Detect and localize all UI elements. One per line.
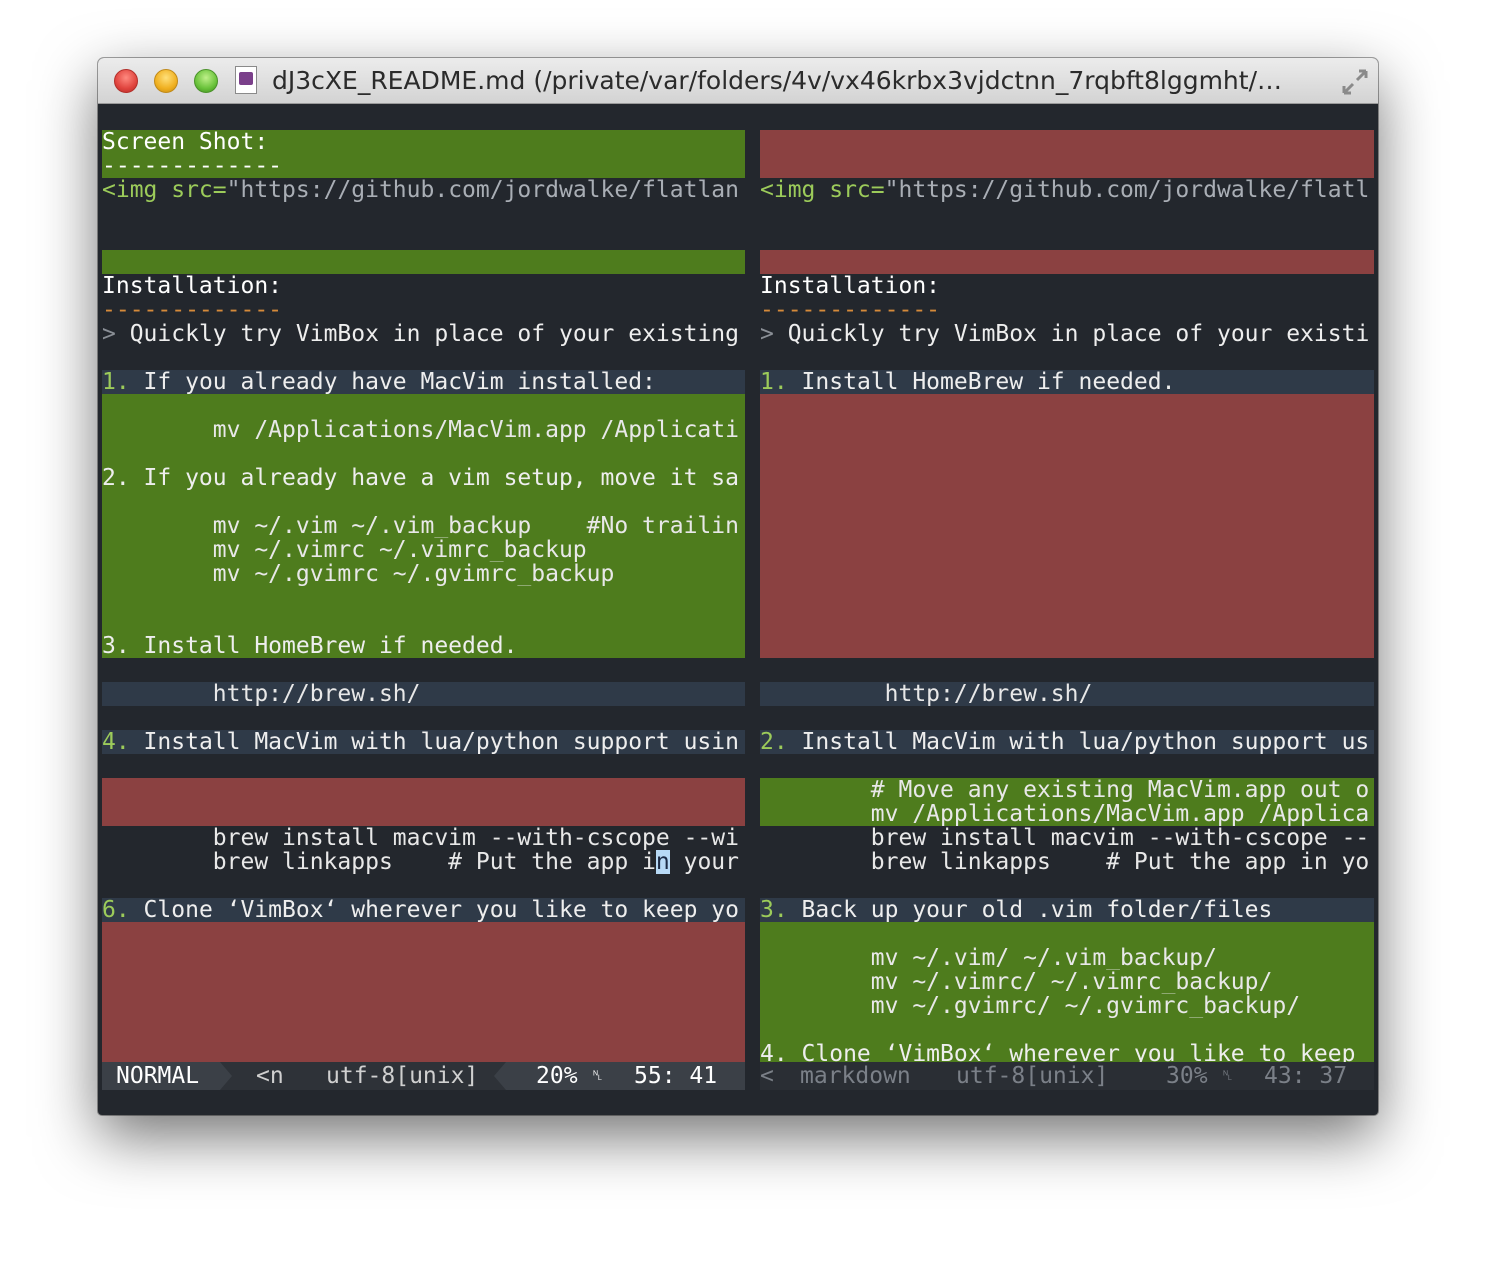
line-mv-gvimrc: mv ~/.gvimrc/ ~/.gvimrc_backup/: [760, 994, 1374, 1018]
cursor-position: 43: 37: [1264, 1063, 1348, 1089]
line-item-2: 2. If you already have a vim setup, move…: [102, 466, 745, 490]
line-img-tag: <img src="https://github.com/jordwalke/f…: [102, 178, 739, 202]
line-item-3: 3. Install HomeBrew if needed.: [102, 634, 745, 658]
line-install-heading: Installation:: [102, 274, 283, 298]
window-title: dJ3cXE_README.md (/private/var/folders/4…: [272, 66, 1282, 95]
line-item-3: 3. Back up your old .vim folder/files: [760, 898, 1374, 922]
line-mv-app: mv /Applications/MacVim.app /Applica: [760, 802, 1374, 826]
line-mv-vimrc: mv ~/.vimrc/ ~/.vimrc_backup/: [760, 970, 1374, 994]
line-install-underline: -------------: [102, 298, 283, 322]
line-quote: > Quickly try VimBox in place of your ex…: [760, 322, 1370, 346]
line-item-2: 2. Install MacVim with lua/python suppor…: [760, 730, 1374, 754]
line-screenshot-heading: Screen Shot:: [102, 130, 745, 154]
macvim-doc-mark-icon: [239, 72, 253, 85]
line-deleted-blank: [760, 250, 1374, 274]
line-comment-move: # Move any existing MacVim.app out o: [760, 778, 1374, 802]
branch-segment: <n: [256, 1063, 284, 1089]
line-item-4: 4. Install MacVim with lua/python suppor…: [102, 730, 745, 754]
line-item-6: 6. Clone ‘VimBox‘ wherever you like to k…: [102, 898, 745, 922]
line-quote: > Quickly try VimBox in place of your ex…: [102, 322, 739, 346]
line-item-1: 1. Install HomeBrew if needed.: [760, 370, 1374, 394]
title-bar[interactable]: dJ3cXE_README.md (/private/var/folders/4…: [98, 58, 1378, 104]
line-added-blank: [102, 250, 745, 274]
split-divider[interactable]: [745, 104, 760, 1115]
close-button[interactable]: [114, 69, 138, 93]
encoding-segment: utf-8[unix]: [956, 1063, 1109, 1089]
percent-segment: 20%: [536, 1063, 578, 1089]
right-status-line: < markdown utf-8[unix] 30% ␤ 43: 37: [760, 1062, 1374, 1090]
encoding-segment: utf-8[unix]: [326, 1063, 479, 1089]
cursor-position: 55: 41: [634, 1063, 718, 1089]
powerline-separator-right: [494, 1062, 506, 1090]
line-install-underline: -------------: [760, 298, 941, 322]
text-cursor[interactable]: n: [655, 850, 670, 874]
line-number-icon: ␤: [592, 1068, 604, 1084]
line-item-1: 1. If you already have MacVim installed:: [102, 370, 745, 394]
line-item-1-code: mv /Applications/MacVim.app /Applicati: [102, 418, 745, 442]
left-diff-pane[interactable]: Screen Shot: ------------- <img src="htt…: [102, 130, 745, 1086]
document-icon[interactable]: [235, 66, 257, 94]
minimize-button[interactable]: [154, 69, 178, 93]
block-deleted-filler-2: [102, 922, 745, 1066]
right-diff-pane[interactable]: <img src="https://github.com/jordwalke/f…: [760, 130, 1374, 1086]
line-brew-linkapps: brew linkapps # Put the app in your: [102, 850, 739, 874]
block-deleted-filler-top: [760, 130, 1374, 178]
left-status-line: NORMAL <n utf-8[unix] 20% ␤ 55: 41: [102, 1062, 745, 1090]
line-heading-underline: -------------: [102, 154, 745, 178]
line-img-tag: <img src="https://github.com/jordwalke/f…: [760, 178, 1370, 202]
line-number-icon: ␤: [1222, 1068, 1234, 1084]
mode-indicator: NORMAL: [102, 1062, 220, 1090]
branch-segment: <: [760, 1063, 774, 1089]
block-deleted-filler-1: [102, 778, 745, 826]
line-brew-linkapps: brew linkapps # Put the app in yo: [760, 850, 1370, 874]
filetype-segment: markdown: [800, 1063, 911, 1089]
line-brew-install: brew install macvim --with-cscope --wi: [102, 826, 739, 850]
line-mv-vim: mv ~/.vim/ ~/.vim_backup/: [760, 946, 1374, 970]
line-brew-url: http://brew.sh/: [102, 682, 745, 706]
line-code-vimrc: mv ~/.vimrc ~/.vimrc_backup: [102, 538, 745, 562]
powerline-separator: [220, 1062, 232, 1090]
line-brew-install: brew install macvim --with-cscope --: [760, 826, 1370, 850]
line-code-gvimrc: mv ~/.gvimrc ~/.gvimrc_backup: [102, 562, 745, 586]
percent-segment: 30%: [1166, 1063, 1208, 1089]
block-deleted-filler-mid: [760, 394, 1374, 658]
fullscreen-icon[interactable]: [1340, 67, 1370, 97]
zoom-button[interactable]: [194, 69, 218, 93]
line-code-vim: mv ~/.vim ~/.vim_backup #No trailin: [102, 514, 745, 538]
line-brew-url: http://brew.sh/: [760, 682, 1374, 706]
macvim-window: dJ3cXE_README.md (/private/var/folders/4…: [98, 58, 1378, 1115]
line-install-heading: Installation:: [760, 274, 941, 298]
